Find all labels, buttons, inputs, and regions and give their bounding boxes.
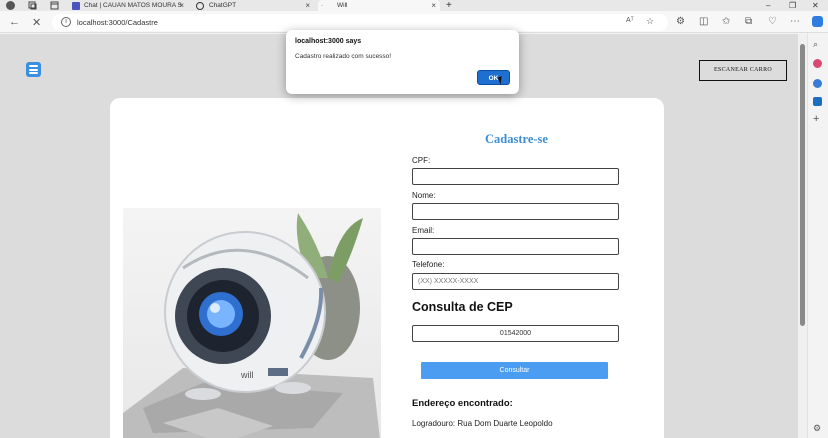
split-screen-icon[interactable]: ◫ [699,16,708,27]
consultar-button[interactable]: Consultar [421,362,608,379]
browser-essentials-icon[interactable]: ♡ [768,16,777,27]
telefone-field[interactable] [412,273,619,290]
workspaces-icon[interactable] [28,1,37,10]
sidebar-settings-icon[interactable]: ⚙ [813,423,821,434]
form-title: Cadastre-se [485,132,548,146]
scrollbar-thumb[interactable] [800,44,805,326]
close-icon[interactable]: × [179,1,184,10]
tab-will-title: Will [337,2,348,9]
tab-will[interactable]: · Will × [318,0,440,11]
close-icon[interactable]: × [305,1,310,10]
cep-field[interactable] [412,325,619,342]
tools-icon[interactable] [813,79,822,88]
back-icon[interactable]: ← [9,16,20,28]
close-icon[interactable]: × [431,1,436,10]
tab-actions-icon[interactable] [50,1,59,10]
loading-icon: · [321,2,324,9]
email-label: Email: [412,226,435,235]
app-logo-icon[interactable] [26,62,41,77]
nome-label: Nome: [412,191,436,200]
shopping-icon[interactable] [813,59,822,68]
favorites-icon[interactable]: ✩ [722,16,730,27]
close-window-button[interactable]: ✕ [812,0,819,11]
tab-chat-title: Chat | CAUAN MATOS MOURA S [84,2,182,9]
minimize-button[interactable]: – [766,0,770,11]
svg-text:will: will [240,370,254,380]
add-sidebar-app-icon[interactable]: + [813,113,819,125]
url-text: localhost:3000/Cadastre [77,18,158,27]
alert-dialog: localhost:3000 says Cadastro realizado c… [286,30,519,94]
email-field[interactable] [412,238,619,255]
search-icon[interactable]: ⌕ [813,39,818,50]
profile-avatar[interactable] [6,1,15,10]
register-card: will Cadastre-se CPF: Nome: Email: Telef… [110,98,664,438]
collections-icon[interactable]: ⧉ [745,16,752,27]
telefone-label: Telefone: [412,260,445,269]
scan-car-button[interactable]: ESCANEAR CARRO [699,60,787,81]
logradouro-text: Logradouro: Rua Dom Duarte Leopoldo [412,419,553,428]
new-tab-button[interactable]: + [446,0,452,11]
more-menu-icon[interactable]: ⋯ [790,16,800,27]
teams-icon [72,1,80,10]
robot-image: will [123,208,381,438]
cpf-label: CPF: [412,156,431,165]
tab-strip: Chat | CAUAN MATOS MOURA S × ChatGPT × ·… [0,0,828,11]
address-found-heading: Endereço encontrado: [412,398,513,409]
dialog-title: localhost:3000 says [295,38,362,45]
tab-chatgpt[interactable]: ChatGPT × [196,0,314,11]
tab-chatgpt-title: ChatGPT [209,2,237,9]
stop-loading-icon[interactable]: ✕ [32,16,41,29]
outlook-icon[interactable] [813,97,822,106]
chatgpt-icon [196,1,204,10]
address-bar[interactable]: i localhost:3000/Cadastre Aᵀ ☆ [52,14,668,31]
favorite-star-icon[interactable]: ☆ [646,16,654,27]
cpf-field[interactable] [412,168,619,185]
cep-title: Consulta de CEP [412,300,513,314]
dialog-message: Cadastro realizado com sucesso! [295,53,392,60]
extensions-icon[interactable]: ⚙ [676,16,685,27]
read-aloud-icon[interactable]: Aᵀ [626,17,634,24]
site-info-icon[interactable]: i [61,17,71,27]
page-scrollbar[interactable] [798,34,807,438]
nome-field[interactable] [412,203,619,220]
tab-chat[interactable]: Chat | CAUAN MATOS MOURA S × [72,0,188,11]
copilot-icon[interactable] [812,16,823,27]
web-page: ESCANEAR CARRO will Cadastre-se CPF: Nom… [0,34,798,438]
browser-sidebar: ⌕ + ⚙ [807,33,828,438]
maximize-button[interactable]: ❐ [789,0,796,11]
